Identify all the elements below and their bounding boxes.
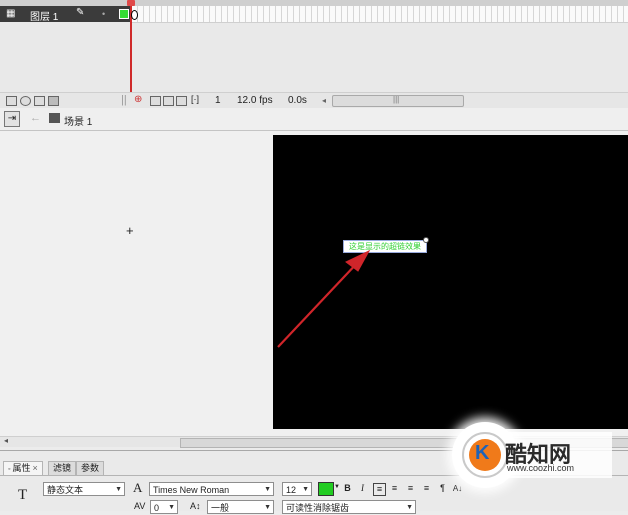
modify-onion-markers-icon[interactable]: [·] <box>191 94 199 104</box>
timeline-scrollbar[interactable]: ||| <box>332 95 464 107</box>
font-size-field[interactable]: 12 <box>282 482 312 497</box>
elapsed-time: 0.0s <box>288 95 307 106</box>
stage-text-field[interactable]: 这是显示的超链效果 <box>343 240 427 253</box>
edit-multiple-frames-icon[interactable] <box>176 96 187 106</box>
text-type-select[interactable]: 静态文本 <box>43 482 125 497</box>
insert-folder-icon[interactable] <box>34 96 45 106</box>
text-type-value: 静态文本 <box>47 485 84 495</box>
timeline-panel: ▦ 图层 1 ✎ • || ⊕ [·] 1 12.0 fps 0.0s ◂ ||… <box>0 0 628 109</box>
font-family-select[interactable]: Times New Roman <box>149 482 274 497</box>
text-cursor-icon: + <box>126 223 134 238</box>
watermark-letter: K <box>475 442 490 464</box>
visibility-dot-icon[interactable]: • <box>102 9 105 19</box>
bold-button[interactable]: B <box>342 483 353 494</box>
color-dropdown-icon[interactable]: ▼ <box>334 484 340 490</box>
keyframe-icon <box>131 10 138 20</box>
tab-properties[interactable]: ◦ 属性 × <box>3 461 43 476</box>
tab-filters-label: 滤镜 <box>53 463 72 473</box>
edit-bar: ⇥ ← 场景 1 <box>0 108 628 131</box>
close-icon[interactable]: × <box>32 463 37 473</box>
timeline-toggle-icon[interactable]: ⇥ <box>4 111 20 127</box>
playhead-handle[interactable] <box>127 0 135 6</box>
frame-rate: 12.0 fps <box>237 95 273 106</box>
frame-strip[interactable] <box>132 6 628 23</box>
baseline-value: 一般 <box>211 503 230 513</box>
text-resize-handle[interactable] <box>423 237 429 243</box>
back-arrow-icon[interactable]: ← <box>30 112 41 124</box>
paragraph-icon[interactable]: ¶ <box>437 483 448 494</box>
anti-alias-value: 可读性消除锯齿 <box>286 503 350 513</box>
font-icon: A <box>133 480 143 495</box>
stage[interactable] <box>273 135 628 429</box>
layer-icon: ▦ <box>6 8 16 19</box>
divider-handle: || <box>121 94 127 106</box>
align-right-icon[interactable]: ≡ <box>405 483 416 494</box>
align-center-icon[interactable]: ≡ <box>389 483 400 494</box>
layer-color-icon[interactable] <box>119 9 129 19</box>
insert-layer-icon[interactable] <box>6 96 17 106</box>
text-color-swatch[interactable] <box>318 482 334 496</box>
layer-row[interactable]: ▦ 图层 1 ✎ • <box>0 6 130 23</box>
anti-alias-select[interactable]: 可读性消除锯齿 <box>282 500 416 515</box>
grip-icon: ||| <box>393 95 400 104</box>
motion-guide-icon[interactable] <box>20 96 31 106</box>
font-family-value: Times New Roman <box>153 485 230 495</box>
pencil-icon[interactable]: ✎ <box>76 7 84 18</box>
align-left-icon[interactable]: ≡ <box>373 483 386 496</box>
tab-properties-label: 属性 <box>12 463 31 473</box>
onion-outline-icon[interactable] <box>163 96 174 106</box>
center-frame-icon[interactable]: ⊕ <box>134 94 142 105</box>
scene-label: 场景 1 <box>64 117 93 128</box>
layer-name: 图层 1 <box>30 12 59 23</box>
letter-spacing-field[interactable]: 0 <box>150 500 178 515</box>
current-frame: 1 <box>215 95 221 106</box>
onion-skin-icon[interactable] <box>150 96 161 106</box>
scene-icon <box>49 113 60 123</box>
justify-icon[interactable]: ≡ <box>421 483 432 494</box>
font-size-value: 12 <box>286 485 297 495</box>
letter-spacing-value: 0 <box>154 503 160 513</box>
italic-button[interactable]: I <box>357 483 368 494</box>
watermark-url: www.coozhi.com <box>507 463 575 473</box>
delete-layer-icon[interactable] <box>48 96 59 106</box>
text-orientation-icon[interactable]: A↓ <box>452 483 463 494</box>
tab-parameters-label: 参数 <box>81 463 100 473</box>
baseline-select[interactable]: 一般 <box>207 500 274 515</box>
scroll-left-icon[interactable]: ◂ <box>4 436 8 445</box>
tab-filters[interactable]: 滤镜 <box>48 461 77 476</box>
tab-parameters[interactable]: 参数 <box>76 461 105 476</box>
stage-text: 这是显示的超链效果 <box>349 242 421 251</box>
text-tool-icon: T <box>18 487 28 503</box>
timeline-status-bar: || ⊕ [·] 1 12.0 fps 0.0s ◂ <box>0 92 628 109</box>
scroll-left-icon[interactable]: ◂ <box>322 96 326 105</box>
